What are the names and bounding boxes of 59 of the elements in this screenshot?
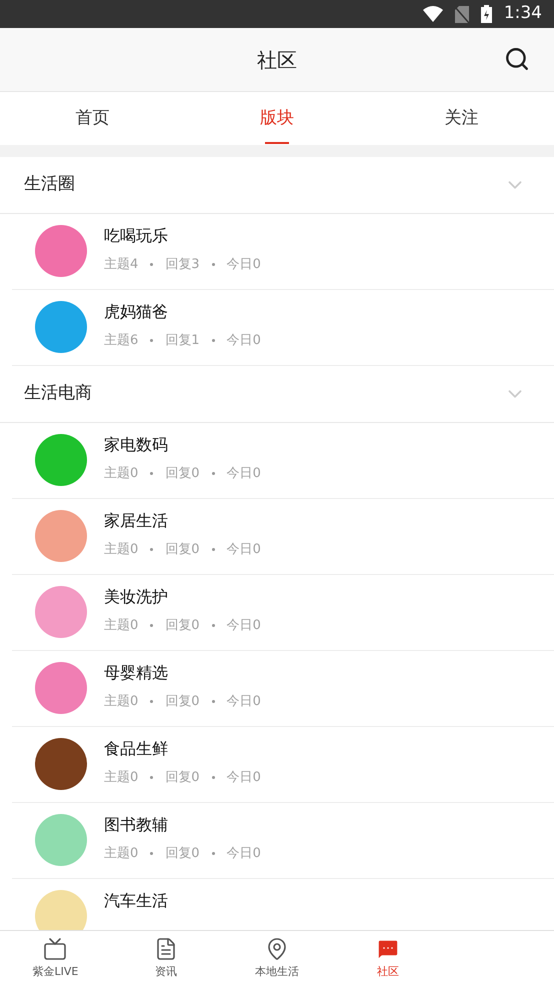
- forum-name: 母婴精选: [104, 662, 169, 684]
- forum-name: 美妆洗护: [104, 586, 169, 608]
- forum-row[interactable]: 母婴精选 主题0 回复0 今日0: [12, 651, 554, 727]
- tab[interactable]: 关注: [369, 92, 554, 145]
- forum-stat: 回复0: [165, 465, 200, 483]
- forum-stat: 今日0: [226, 541, 261, 559]
- forum-stat: 今日0: [226, 332, 261, 350]
- tab[interactable]: 首页: [0, 92, 185, 145]
- forum-row[interactable]: 虎妈猫爸 主题6 回复1 今日0: [12, 290, 554, 366]
- tv-icon: [43, 936, 68, 961]
- forum-row[interactable]: 图书教辅 主题0 回复0 今日0: [12, 803, 554, 879]
- section-title: 生活电商: [24, 382, 92, 406]
- forum-stat: 主题0: [104, 693, 138, 711]
- section-title: 生活圈: [24, 173, 75, 196]
- forum-name: 图书教辅: [104, 814, 169, 836]
- tab[interactable]: 版块: [184, 92, 370, 145]
- forum-row[interactable]: 家居生活 主题0 回复0 今日0: [12, 499, 554, 575]
- forum-stat: 回复0: [165, 693, 200, 711]
- forum-stat: 回复1: [165, 332, 200, 350]
- page-title: 社区: [257, 46, 297, 74]
- forum-stat: 主题0: [104, 617, 138, 635]
- battery-icon: [480, 5, 492, 23]
- forum-stat: 主题6: [104, 332, 138, 350]
- forum-stat: 主题0: [104, 769, 138, 787]
- forum-row[interactable]: 食品生鲜 主题0 回复0 今日0: [12, 727, 554, 803]
- forum-name: 家电数码: [104, 434, 169, 456]
- forum-stat: 主题4: [104, 256, 138, 274]
- nav-tab[interactable]: 紫金LIVE: [0, 931, 111, 986]
- forum-stat: 今日0: [226, 465, 261, 483]
- forum-stat: 回复0: [165, 617, 200, 635]
- nav-tab[interactable]: 本地生活: [222, 931, 332, 986]
- forum-row[interactable]: 吃喝玩乐 主题4 回复3 今日0: [12, 214, 554, 290]
- no-sim-icon: [454, 6, 469, 22]
- forum-stat: 回复0: [165, 541, 200, 559]
- forum-stat: 今日0: [226, 769, 261, 787]
- forum-stat: 主题0: [104, 541, 138, 559]
- forum-name: 食品生鲜: [104, 738, 169, 760]
- forum-stat: 今日0: [226, 693, 261, 711]
- forum-stat: 今日0: [226, 845, 261, 863]
- forum-stat: 今日0: [226, 256, 261, 274]
- forum-stat: 回复3: [165, 256, 200, 274]
- forum-name: 虎妈猫爸: [104, 301, 169, 323]
- nav-tab[interactable]: 资讯: [110, 931, 222, 986]
- forum-row[interactable]: 家电数码 主题0 回复0 今日0: [12, 423, 554, 499]
- search-button[interactable]: [504, 46, 530, 72]
- forum-name: 汽车生活: [104, 890, 168, 912]
- forum-row[interactable]: 美妆洗护 主题0 回复0 今日0: [12, 575, 554, 651]
- forum-stat: 主题0: [104, 465, 138, 483]
- forum-name: 家居生活: [104, 510, 169, 532]
- section-header[interactable]: 生活圈: [0, 157, 554, 214]
- section-header[interactable]: 生活电商: [0, 366, 554, 423]
- forum-stat: 回复0: [165, 769, 200, 787]
- wifi-icon: [422, 6, 443, 22]
- forum-stat: 回复0: [165, 845, 200, 863]
- nav-tab[interactable]: 社区: [332, 931, 444, 986]
- clock-time: 1:34: [504, 2, 542, 26]
- forum-stat: 主题0: [104, 845, 138, 863]
- forum-name: 吃喝玩乐: [104, 225, 169, 247]
- forum-stat: 今日0: [226, 617, 261, 635]
